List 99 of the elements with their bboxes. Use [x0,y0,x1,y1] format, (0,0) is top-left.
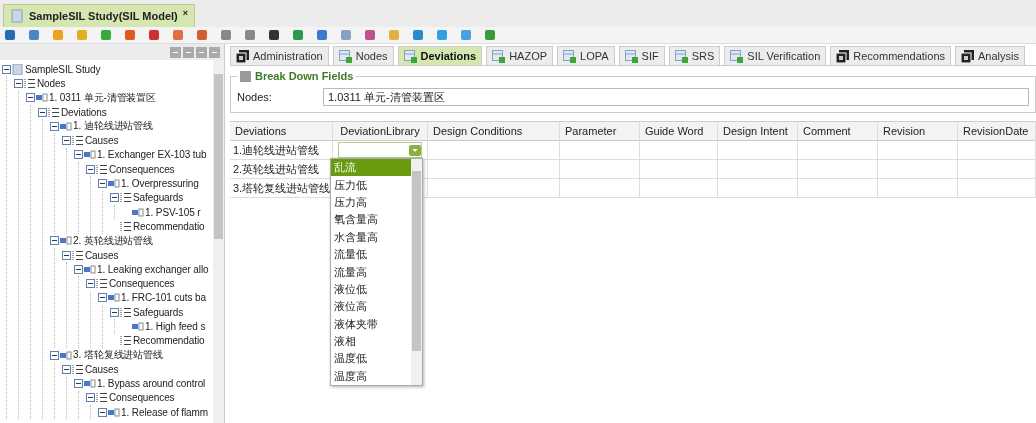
dropdown-option[interactable]: 温度低 [331,350,411,368]
tree-item[interactable]: 1. Release of flamm [121,406,209,418]
library-combo-field[interactable] [338,142,422,158]
document-icon [11,63,24,75]
tree-item[interactable]: Recommendatio [133,220,205,232]
list-icon [95,163,108,175]
nodes-field[interactable]: 1.0311 单元-清管装置区 [323,88,1029,106]
record-icon [107,178,120,189]
collapse-all-icon[interactable] [196,46,207,58]
record-icon [59,235,72,247]
dropdown-option[interactable]: 液体夹带 [331,315,411,333]
close-button[interactable]: × [182,8,188,18]
list-icon [71,135,84,147]
tab[interactable]: HAZOP [486,46,554,65]
tree-item[interactable]: Consequences [109,392,175,404]
tree-item[interactable]: 1. FRC-101 cuts ba [121,292,206,304]
panel-title: Break Down Fields [255,70,354,82]
dropdown-option[interactable]: 流量高 [331,263,411,281]
table-add-icon [492,49,506,63]
record-icon [107,292,120,304]
scrollbar[interactable] [213,60,224,423]
tab[interactable]: SIL Verification [724,46,827,65]
tree-item[interactable]: 1. Leaking exchanger allo [97,263,209,275]
column-header[interactable]: Design Conditions [428,122,560,141]
column-header[interactable]: Comment [798,122,878,141]
record-icon [83,378,96,390]
dropdown-option[interactable]: 水含量高 [331,228,411,246]
dropdown-option[interactable]: 液相 [331,332,411,351]
tree-item[interactable]: 1. Bypass around control [97,378,206,390]
table-add-icon [730,49,744,63]
table-add-icon [624,49,638,63]
table-add-icon [403,49,417,63]
list-icon [71,363,84,375]
field-label: Nodes: [237,91,273,103]
table-add-icon [338,49,352,63]
record-icon [131,321,144,332]
tree-item[interactable]: Safeguards [133,192,184,204]
record-icon [83,263,96,275]
list-icon [23,77,36,89]
column-header[interactable]: Deviations [230,122,333,141]
tree-item[interactable]: Safeguards [133,306,184,318]
record-icon [59,349,72,361]
tab[interactable]: Recommendations [830,46,951,65]
list-icon [119,220,132,232]
tree-item[interactable]: Nodes [37,77,66,89]
tree-item[interactable]: 1. Overpressuring [121,178,199,189]
tree-item[interactable]: Causes [85,363,119,375]
tree-item[interactable]: Recommendatio [133,335,205,347]
table-add-icon [674,49,688,63]
dropdown-option[interactable]: 氧含量高 [331,211,411,229]
tree-item[interactable]: Consequences [109,163,175,175]
record-icon [83,149,96,161]
column-header[interactable]: RevisionDate [958,122,1036,141]
document-tab[interactable]: SampleSIL Study(SIL Model) × [3,4,195,27]
column-header[interactable]: DeviationLibrary [333,122,428,141]
tree-item[interactable]: Consequences [109,278,175,290]
tree-item[interactable]: 1. Exchanger EX-103 tub [97,149,207,161]
column-header[interactable]: Design Intent [718,122,798,141]
list-icon [119,335,132,347]
tab[interactable]: Administration [230,46,329,65]
tree-item[interactable]: 1. PSV-105 r [145,206,201,218]
dropdown-option[interactable]: 压力高 [331,193,411,212]
list-icon [71,249,84,261]
list-icon [119,192,132,204]
table-cell: 1.迪轮线进站管线 [230,141,333,160]
tree-item[interactable]: Causes [85,249,119,261]
tree-item[interactable]: Deviations [61,106,107,118]
column-header[interactable]: Revision [878,122,958,141]
record-icon [35,92,48,104]
tab[interactable]: Nodes [332,46,394,65]
list-icon [47,106,60,118]
dropdown-option[interactable]: 液位低 [331,280,411,299]
record-icon [131,206,144,218]
tree-item[interactable]: 1. High feed s [145,321,206,332]
tab[interactable]: Deviations [397,46,483,65]
column-header[interactable]: Guide Word [640,122,718,141]
tree-item[interactable]: 1. 迪轮线进站管线 [73,119,154,134]
scrollbar[interactable] [411,159,422,386]
record-icon [59,120,72,132]
tree-item[interactable]: SampleSIL Study [25,63,101,75]
tab[interactable]: SIF [618,46,665,65]
tree-item[interactable]: Causes [85,135,119,147]
tab[interactable]: SRS [668,46,721,65]
list-icon [95,392,108,404]
tree-item[interactable]: 3. 塔轮复线进站管线 [73,348,164,363]
record-icon [107,406,120,418]
dropdown-option[interactable]: 压力低 [331,176,411,194]
tab[interactable]: Analysis [955,46,1025,65]
column-header[interactable]: Parameter [560,122,640,141]
tree-item[interactable]: 2. 英轮线进站管线 [73,233,154,248]
dropdown-option[interactable]: 温度高 [331,367,411,386]
tree-item[interactable]: 1. 0311 单元-清管装置区 [49,90,157,105]
tab[interactable]: LOPA [557,46,615,65]
table-add-icon [563,49,577,63]
list-icon [119,306,132,318]
dropdown-option[interactable]: 流量低 [331,245,411,264]
dropdown-option[interactable]: 液位高 [331,298,411,316]
document-icon [10,9,24,23]
list-icon [95,278,108,290]
